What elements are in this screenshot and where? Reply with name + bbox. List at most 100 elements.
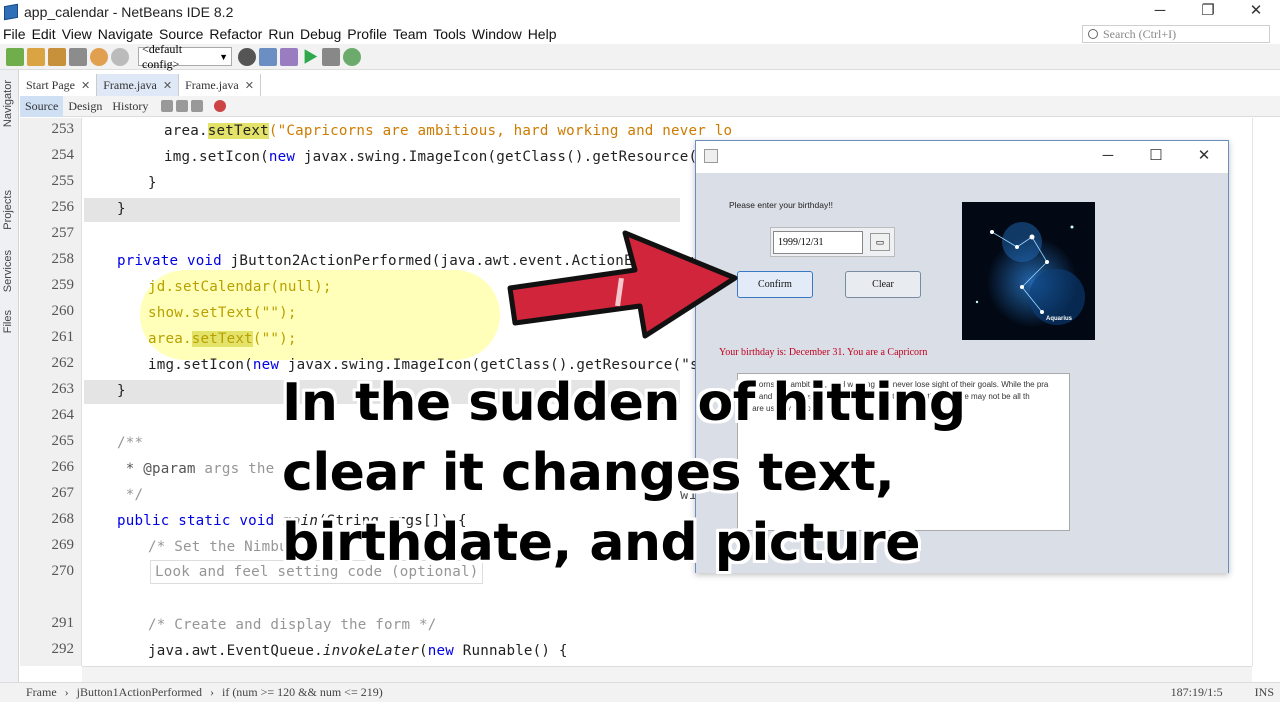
menu-profile[interactable]: Profile	[344, 26, 390, 42]
birthday-prompt: Please enter your birthday!!	[729, 200, 833, 210]
restore-icon[interactable]: ❐	[1184, 0, 1232, 24]
red-arrow-annotation	[507, 230, 738, 339]
chevron-down-icon: ▼	[219, 51, 228, 62]
side-tab-projects[interactable]: Projects	[2, 190, 14, 230]
editor-tab-bar: Start Page ✕ Frame.java ✕ Frame.java ✕	[20, 74, 1280, 96]
main-toolbar: <default config> ▼	[0, 42, 1280, 71]
globe-icon[interactable]	[238, 47, 256, 66]
save-all-icon[interactable]	[69, 47, 87, 66]
breadcrumb-if[interactable]: if (num >= 120 && num <= 219)	[222, 685, 383, 700]
redo-icon[interactable]	[111, 47, 129, 66]
search-icon	[1088, 29, 1098, 39]
svg-text:Aquarius: Aquarius	[1046, 316, 1073, 322]
minimize-icon[interactable]: ─	[1084, 141, 1132, 173]
line-number: 258	[51, 251, 75, 267]
line-number: 253	[51, 121, 75, 137]
code-line-293: java.awt.EventQueue.invokeLater(new Runn…	[148, 643, 568, 659]
menu-view[interactable]: View	[59, 26, 95, 42]
menu-refactor[interactable]: Refactor	[206, 26, 265, 42]
chevron-right-icon: ›	[209, 685, 214, 699]
debug-icon[interactable]	[322, 47, 340, 66]
close-icon[interactable]: ✕	[81, 79, 90, 92]
confirm-button[interactable]: Confirm	[737, 271, 813, 298]
undo-icon[interactable]	[90, 47, 108, 66]
clear-button[interactable]: Clear	[845, 271, 921, 298]
tab-history[interactable]: History	[107, 96, 153, 117]
menu-team[interactable]: Team	[390, 26, 430, 42]
run-icon[interactable]	[304, 49, 318, 64]
line-number: 269	[51, 537, 75, 553]
code-line-260: show.setText("");	[148, 305, 297, 321]
line-number: 268	[51, 511, 75, 527]
menu-file[interactable]: File	[0, 26, 29, 42]
line-number: 260	[51, 303, 75, 319]
side-tab-services[interactable]: Services	[2, 250, 14, 292]
profile-icon[interactable]	[343, 47, 361, 66]
menu-help[interactable]: Help	[525, 26, 560, 42]
tab-frame-java[interactable]: Frame.java ✕	[179, 74, 261, 96]
code-line-254: img.setIcon(new javax.swing.ImageIcon(ge…	[164, 149, 724, 165]
caption-line: In the sudden of hitting	[282, 373, 966, 433]
side-tab-files[interactable]: Files	[2, 310, 14, 333]
menu-edit[interactable]: Edit	[29, 26, 59, 42]
window-controls: ─ ❐ ✕	[1136, 0, 1280, 24]
app-window-controls: ─ ☐ ✕	[1084, 141, 1228, 173]
menu-navigate[interactable]: Navigate	[95, 26, 156, 42]
tab-design[interactable]: Design	[63, 96, 107, 117]
code-line-263: }	[117, 383, 126, 399]
caption-line: clear it changes text,	[282, 443, 895, 503]
editor-tool-icon[interactable]	[176, 100, 189, 112]
menu-source[interactable]: Source	[156, 26, 206, 42]
clean-build-icon[interactable]	[280, 47, 298, 66]
breadcrumb-frame[interactable]: Frame	[26, 685, 57, 700]
line-number: 267	[51, 485, 75, 501]
config-select[interactable]: <default config> ▼	[138, 42, 232, 71]
tab-label: Start Page	[26, 77, 75, 92]
date-chooser: 1999/12/31 ▭	[770, 227, 895, 257]
build-icon[interactable]	[259, 47, 277, 66]
minimize-icon[interactable]: ─	[1136, 0, 1184, 24]
zodiac-image: Aquarius	[962, 202, 1095, 340]
birthday-result: Your birthday is: December 31. You are a…	[719, 347, 928, 358]
editor-tool-icon[interactable]	[161, 100, 174, 112]
side-tab-navigator[interactable]: Navigator	[2, 80, 14, 127]
caret-position: 187:19/1:5	[1170, 685, 1223, 699]
search-input[interactable]: Search (Ctrl+I)	[1082, 25, 1270, 43]
tab-start-page[interactable]: Start Page ✕	[20, 74, 98, 96]
menu-debug[interactable]: Debug	[297, 26, 344, 42]
code-line-292: /* Create and display the form */	[148, 617, 437, 633]
line-number: 259	[51, 277, 75, 293]
code-line-269: /* Set the Nimbus	[148, 539, 297, 555]
config-value: <default config>	[142, 41, 183, 71]
tab-label: Frame.java	[185, 77, 239, 92]
vertical-scrollbar[interactable]	[1252, 118, 1266, 666]
line-number: 291	[51, 615, 75, 631]
calendar-icon[interactable]: ▭	[870, 233, 890, 251]
horizontal-scrollbar[interactable]	[82, 666, 1252, 682]
code-line-255: }	[148, 175, 157, 191]
date-input[interactable]: 1999/12/31	[773, 231, 863, 254]
maximize-icon[interactable]: ☐	[1132, 141, 1180, 173]
menu-window[interactable]: Window	[469, 26, 525, 42]
java-icon	[704, 149, 718, 163]
search-placeholder: Search (Ctrl+I)	[1103, 26, 1177, 41]
editor-view-bar: Source Design History	[20, 95, 1280, 117]
code-line-267: */	[117, 487, 144, 503]
open-project-icon[interactable]	[48, 47, 66, 66]
tab-source[interactable]: Source	[20, 95, 64, 117]
record-macro-icon[interactable]	[214, 100, 227, 112]
close-icon[interactable]: ✕	[1232, 0, 1280, 24]
new-project-icon[interactable]	[27, 47, 45, 66]
bottom-gap	[0, 702, 1280, 720]
menu-run[interactable]: Run	[265, 26, 297, 42]
line-number-gutter: 253 254 255 256 257 258 259 260 261 262 …	[20, 118, 96, 666]
tab-frame-java-active[interactable]: Frame.java ✕	[97, 74, 180, 96]
breadcrumb-method[interactable]: jButton1ActionPerformed	[77, 685, 202, 700]
close-icon[interactable]: ✕	[245, 79, 254, 92]
close-icon[interactable]: ✕	[1180, 141, 1228, 173]
editor-tool-icon[interactable]	[191, 100, 204, 112]
close-icon[interactable]: ✕	[163, 79, 172, 92]
menu-tools[interactable]: Tools	[430, 26, 469, 42]
window-title: app_calendar - NetBeans IDE 8.2	[24, 4, 234, 20]
new-file-icon[interactable]	[6, 47, 24, 66]
